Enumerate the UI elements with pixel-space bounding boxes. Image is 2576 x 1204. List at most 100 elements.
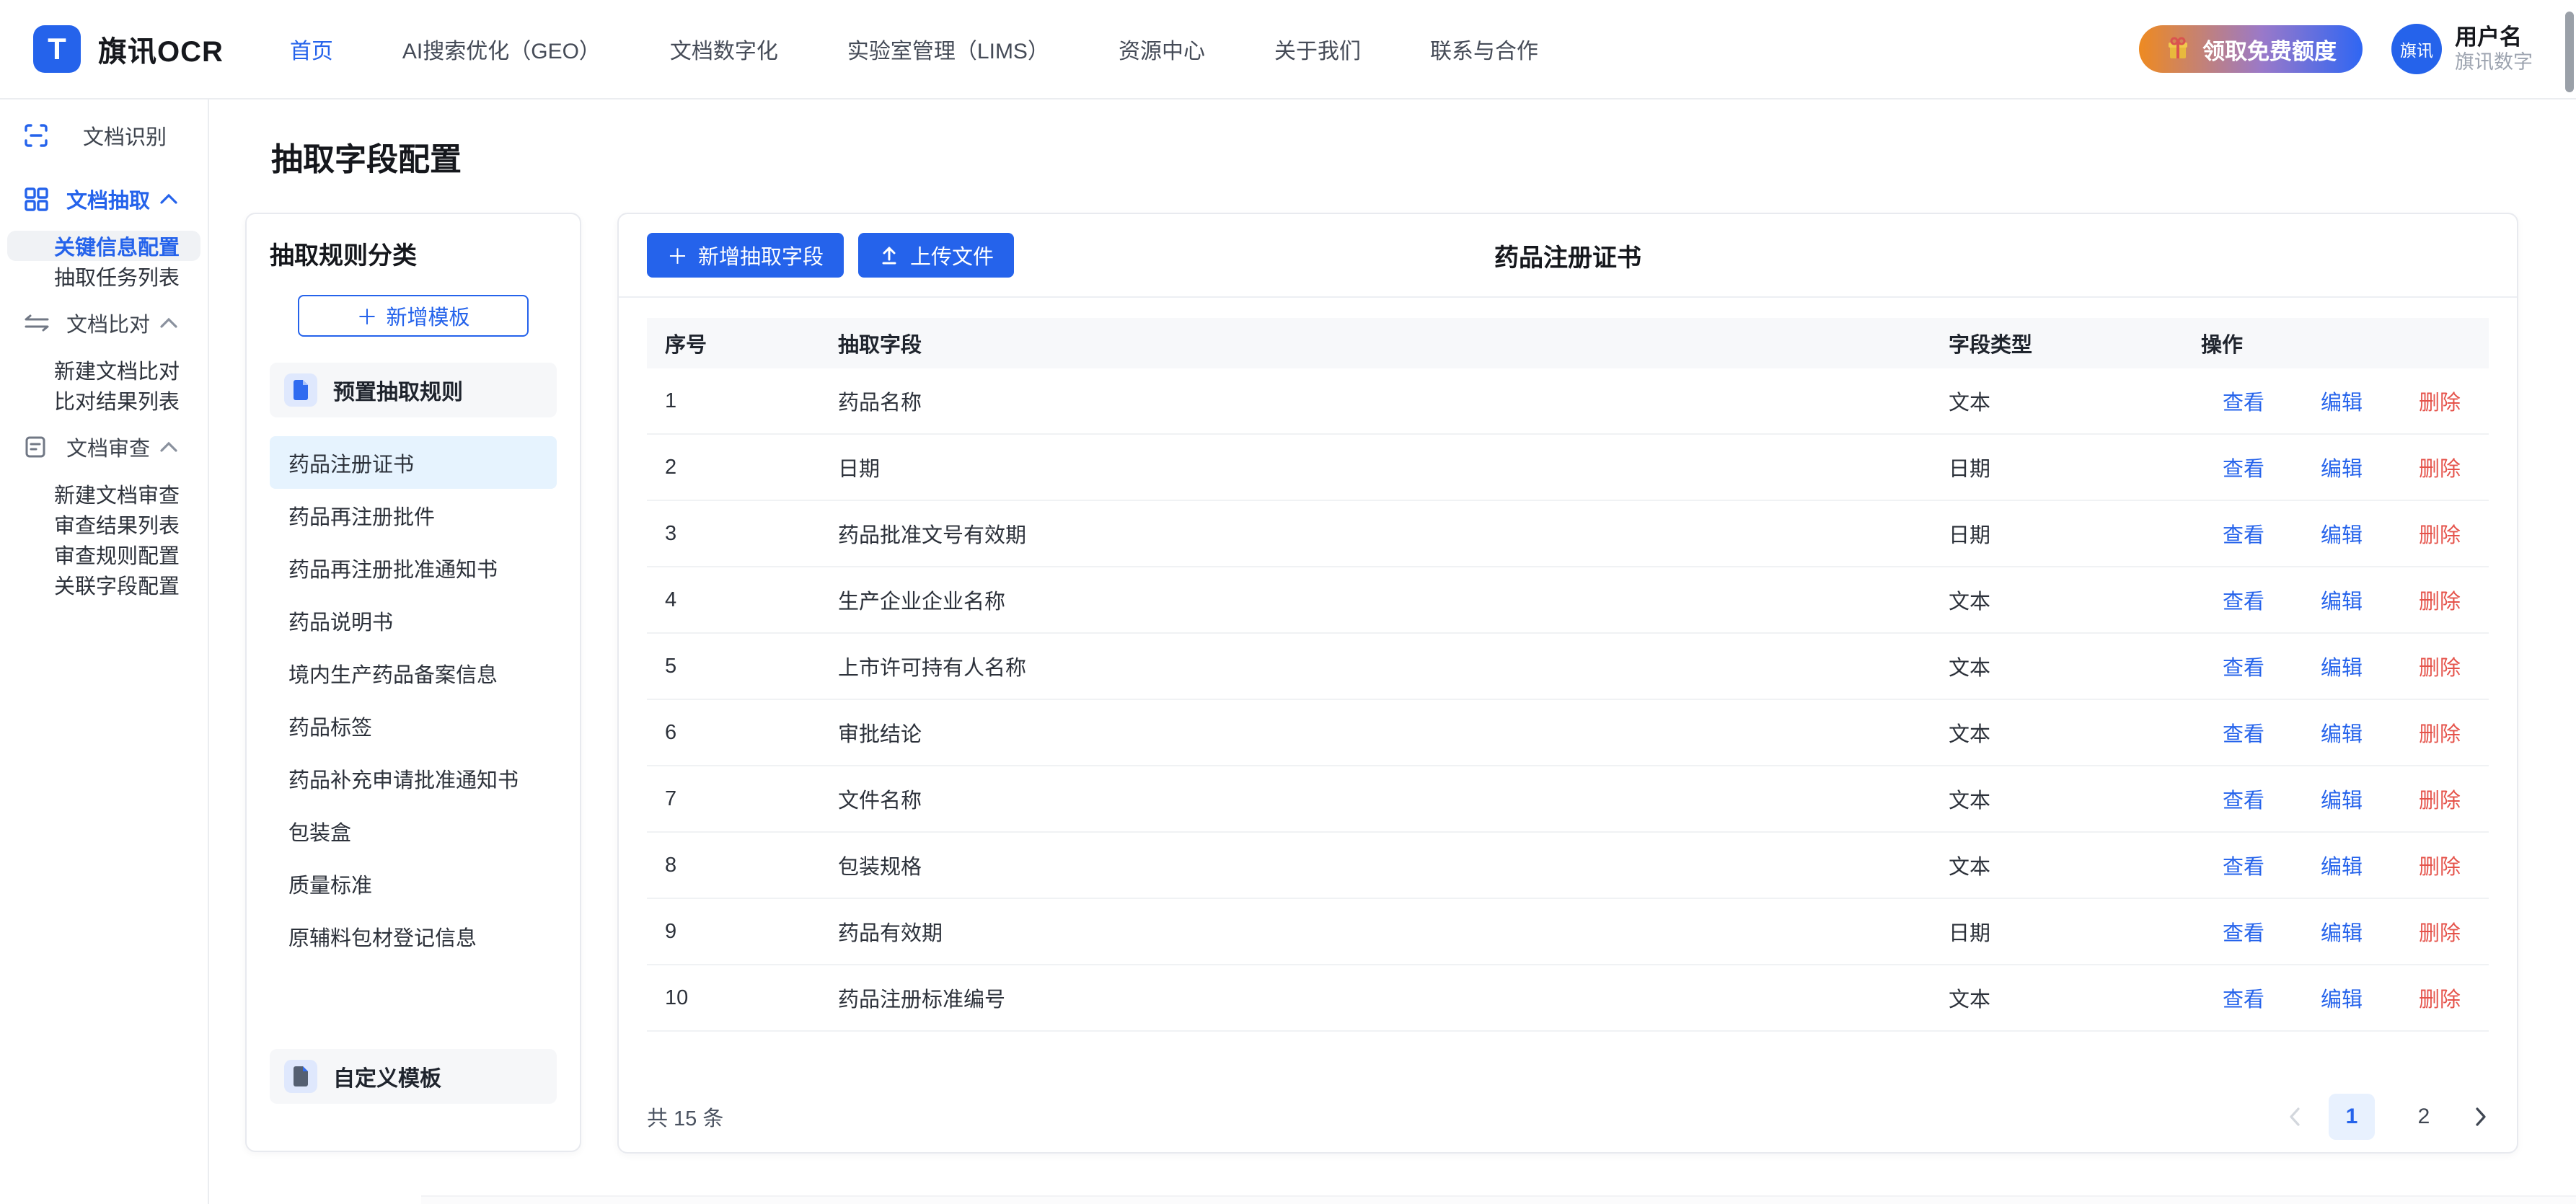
add-template-button[interactable]: ＋ 新增模板 [298,295,529,337]
delete-link[interactable]: 删除 [2419,386,2461,416]
nav-item-resources[interactable]: 资源中心 [1119,33,1205,65]
logo[interactable]: T 旗讯OCR [33,25,224,73]
table-row: 9 药品有效期 日期 查看 编辑 删除 [647,899,2489,965]
rule-item[interactable]: 质量标准 [270,857,557,910]
sidebar-item-new-doc-review[interactable]: 新建文档审查 [0,479,208,509]
logo-icon: T [33,25,81,73]
view-link[interactable]: 查看 [2223,518,2264,549]
delete-link[interactable]: 删除 [2419,717,2461,748]
nav-item-geo[interactable]: AI搜索优化（GEO） [402,33,601,65]
nav-item-about[interactable]: 关于我们 [1274,33,1361,65]
rule-item[interactable]: 原辅料包材登记信息 [270,910,557,962]
sidebar-item-doc-recognition[interactable]: 文档识别 [0,104,208,167]
view-link[interactable]: 查看 [2223,850,2264,880]
view-link[interactable]: 查看 [2223,717,2264,748]
edit-link[interactable]: 编辑 [2321,585,2363,615]
delete-link[interactable]: 删除 [2419,651,2461,681]
rule-item[interactable]: 药品标签 [270,699,557,752]
delete-link[interactable]: 删除 [2419,983,2461,1013]
cell-actions: 查看 编辑 删除 [2201,452,2489,482]
chevron-up-icon [159,441,179,453]
nav-item-home[interactable]: 首页 [290,33,333,65]
delete-link[interactable]: 删除 [2419,850,2461,880]
cell-actions: 查看 编辑 删除 [2201,784,2489,814]
delete-link[interactable]: 删除 [2419,916,2461,947]
rule-item[interactable]: 药品再注册批件 [270,489,557,541]
grid-icon [23,186,49,212]
rule-item[interactable]: 药品再注册批准通知书 [270,541,557,594]
delete-link[interactable]: 删除 [2419,518,2461,549]
next-page-icon[interactable] [2473,1106,2489,1128]
nav-item-digitization[interactable]: 文档数字化 [670,33,778,65]
cell-field: 药品注册标准编号 [838,983,1949,1013]
sidebar-item-compare-result-list[interactable]: 比对结果列表 [0,385,208,415]
view-link[interactable]: 查看 [2223,585,2264,615]
cell-type: 文本 [1949,717,2201,748]
cell-field: 药品名称 [838,386,1949,416]
edit-link[interactable]: 编辑 [2321,784,2363,814]
edit-link[interactable]: 编辑 [2321,518,2363,549]
sidebar-item-doc-review[interactable]: 文档审查 [0,415,208,479]
sidebar-item-label: 关联字段配置 [54,575,180,598]
rule-item-label: 药品再注册批件 [288,500,435,531]
topbar-right: 领取免费额度 旗讯 用户名 旗讯数字 [2139,24,2533,74]
edit-link[interactable]: 编辑 [2321,916,2363,947]
sidebar-item-doc-extraction[interactable]: 文档抽取 [0,167,208,231]
sidebar-item-new-doc-compare[interactable]: 新建文档比对 [0,355,208,385]
page-number-1[interactable]: 1 [2329,1094,2375,1140]
nav-item-lims[interactable]: 实验室管理（LIMS） [847,33,1049,65]
rule-item[interactable]: 境内生产药品备案信息 [270,647,557,699]
custom-template-group-label: 自定义模板 [333,1061,441,1092]
rule-item[interactable]: 药品补充申请批准通知书 [270,752,557,805]
sidebar-item-doc-compare[interactable]: 文档比对 [0,291,208,355]
add-extraction-field-button[interactable]: ＋ 新增抽取字段 [647,233,844,278]
sidebar-item-label: 审查结果列表 [54,515,180,538]
pagination-bar: 共 15 条 1 2 [647,1094,2489,1140]
free-quota-button[interactable]: 领取免费额度 [2139,25,2363,73]
rule-item[interactable]: 包装盒 [270,805,557,857]
pagination-controls: 1 2 [2287,1094,2489,1140]
top-nav: 首页 AI搜索优化（GEO） 文档数字化 实验室管理（LIMS） 资源中心 关于… [290,33,1538,65]
fields-table: 序号 抽取字段 字段类型 操作 1 药品名称 文本 查看 编辑 删除 [647,318,2489,1032]
cell-field: 上市许可持有人名称 [838,651,1949,681]
view-link[interactable]: 查看 [2223,916,2264,947]
edit-link[interactable]: 编辑 [2321,983,2363,1013]
sidebar-item-key-info-config[interactable]: 关键信息配置 [7,231,200,261]
cell-type: 文本 [1949,784,2201,814]
sidebar-item-extraction-task-list[interactable]: 抽取任务列表 [0,261,208,291]
view-link[interactable]: 查看 [2223,386,2264,416]
sidebar-item-linked-field-config[interactable]: 关联字段配置 [0,570,208,600]
delete-link[interactable]: 删除 [2419,585,2461,615]
rule-item[interactable]: 药品说明书 [270,594,557,647]
view-link[interactable]: 查看 [2223,784,2264,814]
cell-no: 10 [647,986,838,1010]
delete-link[interactable]: 删除 [2419,452,2461,482]
edit-link[interactable]: 编辑 [2321,452,2363,482]
table-header-row: 序号 抽取字段 字段类型 操作 [647,318,2489,368]
edit-link[interactable]: 编辑 [2321,386,2363,416]
edit-link[interactable]: 编辑 [2321,850,2363,880]
preset-rules-group-header[interactable]: 预置抽取规则 [270,363,557,417]
rule-item[interactable]: 药品注册证书 [270,436,557,489]
avatar[interactable]: 旗讯 [2391,24,2442,74]
rule-item-label: 药品说明书 [288,606,393,636]
rule-list: 药品注册证书 药品再注册批件 药品再注册批准通知书 药品说明书 境内生产药品备案… [270,436,557,962]
page-number-2[interactable]: 2 [2401,1094,2447,1140]
page-scrollbar-thumb[interactable] [2565,12,2574,92]
sidebar-item-review-rule-config[interactable]: 审查规则配置 [0,539,208,570]
custom-template-group-header[interactable]: 自定义模板 [270,1049,557,1104]
cell-no: 5 [647,655,838,678]
prev-page-icon[interactable] [2287,1106,2303,1128]
view-link[interactable]: 查看 [2223,983,2264,1013]
edit-link[interactable]: 编辑 [2321,717,2363,748]
delete-link[interactable]: 删除 [2419,784,2461,814]
fields-table-panel: 药品注册证书 ＋ 新增抽取字段 上传文件 序号 抽取字段 字段类型 操作 [617,213,2518,1154]
rule-item-label: 原辅料包材登记信息 [288,921,477,952]
cell-type: 文本 [1949,850,2201,880]
view-link[interactable]: 查看 [2223,452,2264,482]
upload-file-button[interactable]: 上传文件 [858,233,1014,278]
view-link[interactable]: 查看 [2223,651,2264,681]
edit-link[interactable]: 编辑 [2321,651,2363,681]
sidebar-item-review-result-list[interactable]: 审查结果列表 [0,509,208,539]
nav-item-contact[interactable]: 联系与合作 [1430,33,1538,65]
